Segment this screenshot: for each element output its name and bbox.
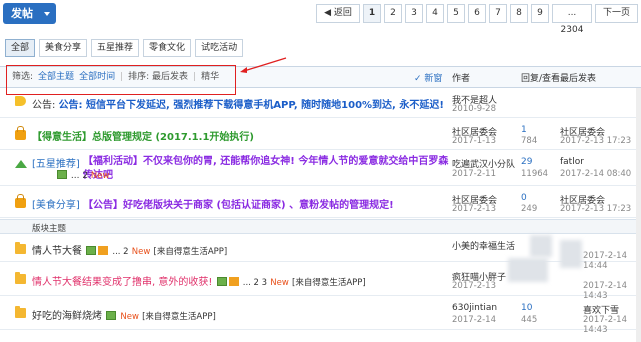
- pagination: ◀ 返回 1 2 3 4 5 6 7 8 9 ... 2304 下一页: [316, 4, 638, 35]
- thread-tag[interactable]: [美食分享]: [32, 200, 80, 211]
- author[interactable]: 小美的幸福生活: [452, 239, 515, 252]
- new-badge: New: [270, 278, 289, 288]
- page-links[interactable]: ... 2 New: [56, 170, 109, 181]
- tab-all[interactable]: 全部: [5, 39, 36, 57]
- new-window-label: 新窗: [424, 74, 443, 84]
- page-2[interactable]: 2: [384, 4, 402, 23]
- post-button[interactable]: 发帖: [3, 3, 56, 24]
- new-badge: New: [131, 247, 151, 257]
- thread-title-text: 【公告】好吃佬版块关于商家 (包括认证商家) 、意粉发帖的管理规定!: [83, 200, 394, 211]
- thread-tag[interactable]: [五星推荐]: [32, 159, 80, 170]
- top-arrow-icon: [15, 160, 27, 168]
- thread-title-text: 情人节大餐: [32, 246, 82, 257]
- date: 2017-2-14: [452, 315, 496, 325]
- post-button-label: 发帖: [11, 7, 33, 20]
- last-poster[interactable]: fatlor: [560, 157, 584, 167]
- col-last: 最后发表: [560, 74, 597, 84]
- thread-title-text: 情人节大餐结果变成了撸串, 意外的收获!: [32, 277, 213, 288]
- thread-title-text: 好吃的海鲜烧烤: [32, 311, 102, 322]
- next-page-button[interactable]: 下一页: [595, 4, 638, 23]
- col-reply: 回复/查看: [521, 74, 561, 84]
- thread-title[interactable]: 公告: 公告: 短信平台下发延迟, 强烈推荐下载得意手机APP, 随时随地100…: [32, 96, 444, 111]
- section-label: 版块主题: [32, 224, 67, 234]
- category-tabs: 全部 美食分享 五星推荐 零食文化 试吃活动: [5, 39, 244, 57]
- thread-title[interactable]: 【得意生活】总版管理规定 (2017.1.1开始执行): [32, 128, 254, 143]
- announcement-text: 公告: 短信平台下发延迟, 强烈推荐下载得意手机APP, 随时随地100%到达,…: [58, 100, 444, 111]
- thread-title[interactable]: [美食分享] 【公告】好吃佬版块关于商家 (包括认证商家) 、意粉发帖的管理规定…: [32, 196, 394, 211]
- source-label: [来自得意生活APP]: [292, 278, 366, 288]
- author[interactable]: 630jintian: [452, 303, 497, 313]
- view-count: 445: [521, 315, 538, 325]
- view-count: 249: [521, 204, 538, 214]
- blurred-avatar: [508, 258, 548, 282]
- folder-icon: [15, 306, 26, 318]
- page-3[interactable]: 3: [405, 4, 423, 23]
- page-7[interactable]: 7: [489, 4, 507, 23]
- reply-count: 10: [521, 303, 533, 313]
- folder-icon: [15, 272, 26, 284]
- section-header: 版块主题: [0, 219, 641, 234]
- last-date: 2017-2-14 14:43: [583, 315, 627, 335]
- table-row: 公告: 公告: 短信平台下发延迟, 强烈推荐下载得意手机APP, 随时随地100…: [0, 88, 641, 118]
- last-date: 2017-2-13 17:23: [560, 136, 632, 146]
- annotation-arrow-icon: [240, 57, 287, 73]
- lock-icon: [15, 194, 26, 208]
- blurred-avatar: [530, 235, 552, 257]
- table-row: [五星推荐] 【福利活动】不仅来包你的胃, 还能帮你追女神! 今年情人节的爱意就…: [0, 150, 641, 186]
- thread-title[interactable]: 情人节大餐 ... 2 New [来自得意生活APP]: [32, 242, 227, 257]
- page-suffix: ... 2: [112, 247, 129, 257]
- tab-food-share[interactable]: 美食分享: [39, 39, 88, 57]
- date: 2017-2-13: [452, 204, 496, 214]
- last-date: 2017-2-14 08:40: [560, 169, 632, 179]
- col-author: 作者: [452, 74, 471, 84]
- date: 2010-9-28: [452, 104, 496, 114]
- tab-five-star[interactable]: 五星推荐: [91, 39, 140, 57]
- image-icon: [86, 246, 97, 255]
- page-4[interactable]: 4: [426, 4, 444, 23]
- date: 2017-2-13: [452, 281, 496, 291]
- date: 2017-1-13: [452, 136, 496, 146]
- hot-icon: [98, 246, 109, 255]
- reply-count: 1: [521, 125, 527, 135]
- view-count: 784: [521, 136, 538, 146]
- table-row: [美食分享] 【公告】好吃佬版块关于商家 (包括认证商家) 、意粉发帖的管理规定…: [0, 186, 641, 218]
- page-6[interactable]: 6: [468, 4, 486, 23]
- page-5[interactable]: 5: [447, 4, 465, 23]
- new-badge: New: [90, 171, 110, 181]
- hot-icon: [228, 277, 239, 286]
- page-last[interactable]: ... 2304: [552, 4, 592, 35]
- page-suffix: ... 2 3: [242, 278, 268, 288]
- table-row: 好吃的海鲜烧烤 New [来自得意生活APP] 630jintian 2017-…: [0, 296, 641, 335]
- lock-icon: [15, 126, 26, 140]
- page-9[interactable]: 9: [531, 4, 549, 23]
- tab-tasting[interactable]: 试吃活动: [195, 39, 244, 57]
- thread-title[interactable]: 情人节大餐结果变成了撸串, 意外的收获! ... 2 3 New [来自得意生活…: [32, 273, 366, 288]
- date: 2017-2-11: [452, 169, 496, 179]
- image-icon: [57, 170, 67, 179]
- thread-title[interactable]: 好吃的海鲜烧烤 New [来自得意生活APP]: [32, 307, 216, 322]
- reply-count: 0: [521, 193, 527, 203]
- megaphone-icon: [15, 96, 26, 106]
- table-row: 【得意生活】总版管理规定 (2017.1.1开始执行) 社区居委会 2017-1…: [0, 118, 641, 150]
- last-date: 2017-2-13 17:23: [560, 204, 632, 214]
- image-icon: [106, 311, 117, 320]
- tab-snack-culture[interactable]: 零食文化: [143, 39, 192, 57]
- thread-title-text: 【福利活动】不仅来包你的胃, 还能帮你追女神! 今年情人节的爱意就交给中百罗森传…: [83, 156, 449, 181]
- back-button[interactable]: ◀ 返回: [316, 4, 360, 23]
- caret-down-icon: [44, 12, 50, 16]
- reply-count: 29: [521, 157, 533, 167]
- new-window-toggle[interactable]: ✓ 新窗: [414, 71, 442, 84]
- folder-icon: [15, 242, 26, 254]
- image-icon: [216, 277, 227, 286]
- source-label: [来自得意生活APP]: [142, 312, 216, 322]
- blurred-avatar: [560, 240, 582, 268]
- view-count: 11964: [521, 169, 549, 179]
- source-label: [来自得意生活APP]: [153, 247, 228, 257]
- page-suffix: ... 2: [70, 171, 89, 181]
- page-8[interactable]: 8: [510, 4, 528, 23]
- new-badge: New: [120, 312, 139, 322]
- page-1[interactable]: 1: [363, 4, 381, 23]
- scrollbar[interactable]: [636, 88, 641, 342]
